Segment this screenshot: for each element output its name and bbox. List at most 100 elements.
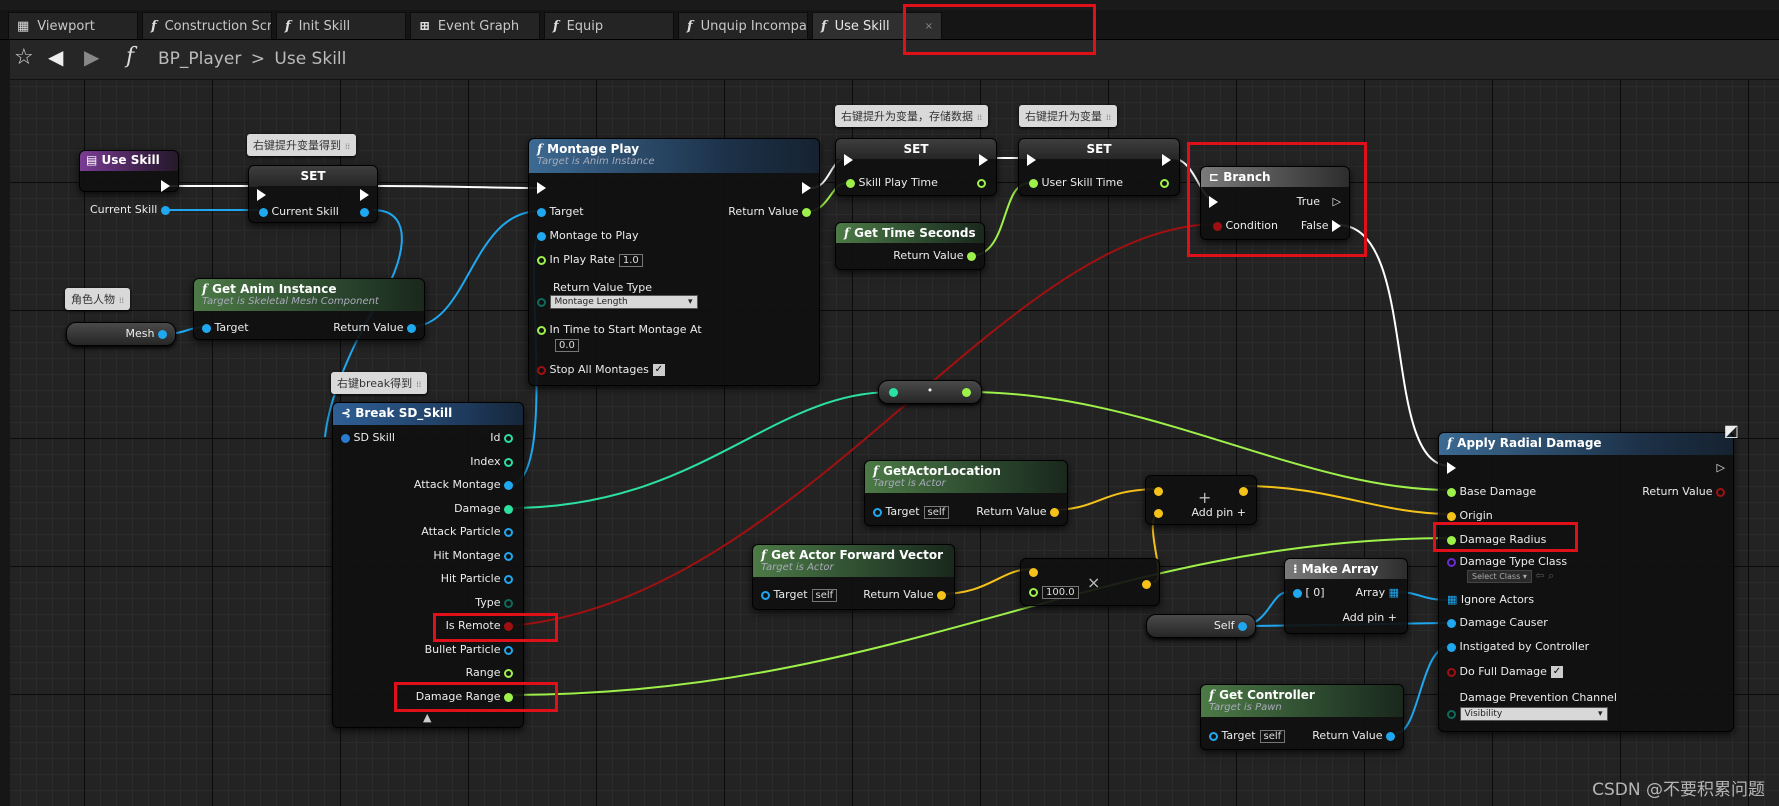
id-pin[interactable]: Id bbox=[490, 431, 513, 444]
checkbox-checked-icon[interactable]: ✓ bbox=[1550, 666, 1563, 678]
condition-pin[interactable]: Condition bbox=[1213, 219, 1278, 232]
skill-play-time-pin[interactable]: Skill Play Time bbox=[846, 176, 938, 189]
instigated-by-controller-pin[interactable]: Instigated by Controller bbox=[1447, 640, 1589, 653]
damage-causer-pin[interactable]: Damage Causer bbox=[1447, 616, 1548, 629]
add-pin-button[interactable]: Add pin + bbox=[1191, 506, 1246, 519]
browse-arrow-icon[interactable]: ⇦ bbox=[1535, 569, 1544, 582]
channel-dropdown[interactable]: Visibility ▾ bbox=[1459, 707, 1608, 721]
origin-pin[interactable]: Origin bbox=[1447, 509, 1493, 522]
exec-out-pin[interactable] bbox=[360, 188, 369, 201]
comment-bubble[interactable]: 右键提升变量得到 ⁞⁞ bbox=[247, 134, 357, 156]
checkbox-checked-icon[interactable]: ✓ bbox=[652, 364, 665, 376]
array-output-pin[interactable]: Array ▦ bbox=[1355, 586, 1399, 599]
montage-to-play-pin[interactable]: Montage to Play bbox=[537, 229, 638, 242]
target-pin[interactable]: Target bbox=[202, 321, 249, 334]
branch-node[interactable]: ⊏ Branch True ▷ Condition False bbox=[1200, 166, 1350, 240]
exec-in-pin[interactable] bbox=[1027, 153, 1036, 166]
add-b-pin[interactable] bbox=[1154, 506, 1163, 519]
favorite-star-icon[interactable]: ☆ bbox=[14, 45, 34, 70]
damage-pin[interactable]: Damage bbox=[454, 502, 513, 515]
sd-skill-input-pin[interactable]: SD Skill bbox=[341, 431, 395, 444]
add-return-pin[interactable] bbox=[1239, 484, 1248, 497]
get-time-seconds-node[interactable]: f Get Time Seconds Return Value bbox=[835, 222, 985, 270]
multiply-vector-node[interactable]: 100.0 × bbox=[1020, 558, 1160, 606]
bullet-particle-pin[interactable]: Bullet Particle bbox=[425, 643, 513, 656]
mult-return-pin[interactable] bbox=[1142, 577, 1151, 590]
exec-out-pin[interactable]: ▷ bbox=[1717, 461, 1725, 474]
exec-in-pin[interactable] bbox=[257, 188, 266, 201]
comment-bubble[interactable]: 右键提升为变量，存储数据 ⁞⁞ bbox=[835, 105, 989, 127]
attack-montage-pin[interactable]: Attack Montage bbox=[414, 478, 513, 491]
montage-play-node[interactable]: f Montage Play Target is Anim Instance Tar… bbox=[528, 138, 820, 386]
return-value-pin[interactable]: Return Value bbox=[728, 205, 811, 218]
do-full-damage-pin[interactable]: Do Full Damage ✓ bbox=[1447, 665, 1563, 678]
get-controller-node[interactable]: f Get Controller Target is Pawn Target self… bbox=[1200, 684, 1404, 750]
tab-construction-script[interactable]: f Construction Scrip bbox=[142, 12, 272, 39]
return-value-pin[interactable]: Return Value bbox=[976, 505, 1059, 518]
add-pin-button[interactable]: Add pin + bbox=[1342, 611, 1397, 624]
set-skill-play-time-node[interactable]: SET Skill Play Time bbox=[835, 138, 997, 196]
exec-in-pin[interactable] bbox=[1447, 461, 1456, 474]
comment-bubble[interactable]: 右键提升为变量 ⁞⁞ bbox=[1019, 105, 1118, 127]
tab-event-graph[interactable]: ⊞ Event Graph bbox=[410, 12, 540, 39]
target-pin[interactable]: Target self bbox=[1209, 729, 1286, 743]
forward-arrow-icon[interactable]: ▶ bbox=[84, 45, 99, 69]
tab-use-skill[interactable]: f Use Skill × bbox=[812, 12, 942, 39]
return-value-pin[interactable]: Return Value bbox=[1312, 729, 1395, 742]
tab-viewport[interactable]: ▦ Viewport bbox=[8, 12, 138, 39]
comment-bubble[interactable]: 角色人物 ⁞⁞ bbox=[65, 288, 131, 310]
exec-out-pin[interactable] bbox=[802, 181, 811, 194]
target-pin[interactable]: Target bbox=[537, 205, 584, 218]
stop-all-montages-pin[interactable]: Stop All Montages ✓ bbox=[537, 363, 665, 376]
exec-out-pin[interactable] bbox=[979, 153, 988, 166]
get-actor-location-node[interactable]: f GetActorLocation Target is Actor Target s… bbox=[864, 460, 1068, 526]
self-reference-node[interactable]: Self bbox=[1146, 614, 1256, 638]
tab-equip[interactable]: f Equip bbox=[544, 12, 674, 39]
conversion-node[interactable]: • bbox=[878, 380, 982, 404]
target-pin[interactable]: Target self bbox=[873, 505, 950, 519]
in-time-to-start-pin[interactable]: In Time to Start Montage At bbox=[537, 323, 702, 336]
set-user-skill-time-node[interactable]: SET User Skill Time bbox=[1018, 138, 1180, 196]
true-exec-pin[interactable]: True ▷ bbox=[1297, 195, 1341, 208]
base-damage-pin[interactable]: Base Damage bbox=[1447, 485, 1536, 498]
attack-particle-pin[interactable]: Attack Particle bbox=[421, 525, 513, 538]
breadcrumb-blueprint[interactable]: BP_Player bbox=[158, 49, 241, 69]
current-skill-output-pin[interactable]: Current Skill bbox=[90, 203, 170, 216]
damage-type-class-pin[interactable]: Damage Type Class bbox=[1447, 555, 1567, 568]
is-remote-pin[interactable]: Is Remote bbox=[446, 619, 513, 632]
back-arrow-icon[interactable]: ◀ bbox=[48, 45, 63, 69]
add-a-pin[interactable] bbox=[1154, 484, 1163, 497]
return-value-pin[interactable]: Return Value bbox=[893, 249, 976, 262]
comment-bubble[interactable]: 右键break得到 ⁞⁞ bbox=[331, 372, 428, 394]
mult-b-pin[interactable]: 100.0 bbox=[1029, 585, 1079, 599]
start-time-input[interactable]: 0.0 bbox=[555, 339, 579, 352]
mesh-variable-node[interactable]: Mesh bbox=[66, 322, 176, 346]
add-vector-node[interactable]: + Add pin + bbox=[1145, 475, 1257, 525]
in-play-rate-pin[interactable]: In Play Rate 1.0 bbox=[537, 253, 643, 267]
return-value-pin[interactable]: Return Value bbox=[1642, 485, 1725, 498]
false-exec-pin[interactable]: False bbox=[1301, 219, 1341, 232]
current-skill-pin[interactable]: Current Skill bbox=[259, 205, 339, 218]
break-sd-skill-node[interactable]: ⊰ Break SD_Skill SD Skill Id Index Attac… bbox=[332, 402, 524, 728]
return-value-pin[interactable]: Return Value bbox=[863, 588, 946, 601]
skill-play-time-out-pin[interactable] bbox=[977, 176, 986, 189]
type-pin[interactable]: Type bbox=[475, 596, 513, 609]
get-anim-instance-node[interactable]: f Get Anim Instance Target is Skeletal Mes… bbox=[193, 278, 425, 340]
channel-select[interactable]: Visibility ▾ bbox=[1447, 707, 1608, 721]
index-pin[interactable]: Index bbox=[470, 455, 513, 468]
close-icon[interactable]: × bbox=[925, 21, 933, 32]
damage-radius-pin[interactable]: Damage Radius bbox=[1447, 533, 1546, 546]
mult-a-pin[interactable] bbox=[1029, 565, 1038, 578]
use-skill-entry-node[interactable]: ▤ Use Skill bbox=[79, 150, 179, 192]
set-current-skill-node[interactable]: SET Current Skill bbox=[248, 165, 378, 223]
user-skill-time-out-pin[interactable] bbox=[1160, 176, 1169, 189]
collapse-arrow-icon[interactable]: ▲ bbox=[423, 711, 431, 724]
make-array-node[interactable]: ⁝ Make Array [ 0] Array ▦ Add pin + bbox=[1284, 558, 1408, 634]
return-value-type-select[interactable]: Montage Length ▾ bbox=[537, 295, 698, 309]
damage-range-pin[interactable]: Damage Range bbox=[416, 690, 513, 703]
exec-in-pin[interactable] bbox=[844, 153, 853, 166]
user-skill-time-pin[interactable]: User Skill Time bbox=[1029, 176, 1123, 189]
hit-montage-pin[interactable]: Hit Montage bbox=[433, 549, 513, 562]
exec-out-pin[interactable] bbox=[161, 179, 170, 192]
multiplier-input[interactable]: 100.0 bbox=[1042, 586, 1079, 599]
